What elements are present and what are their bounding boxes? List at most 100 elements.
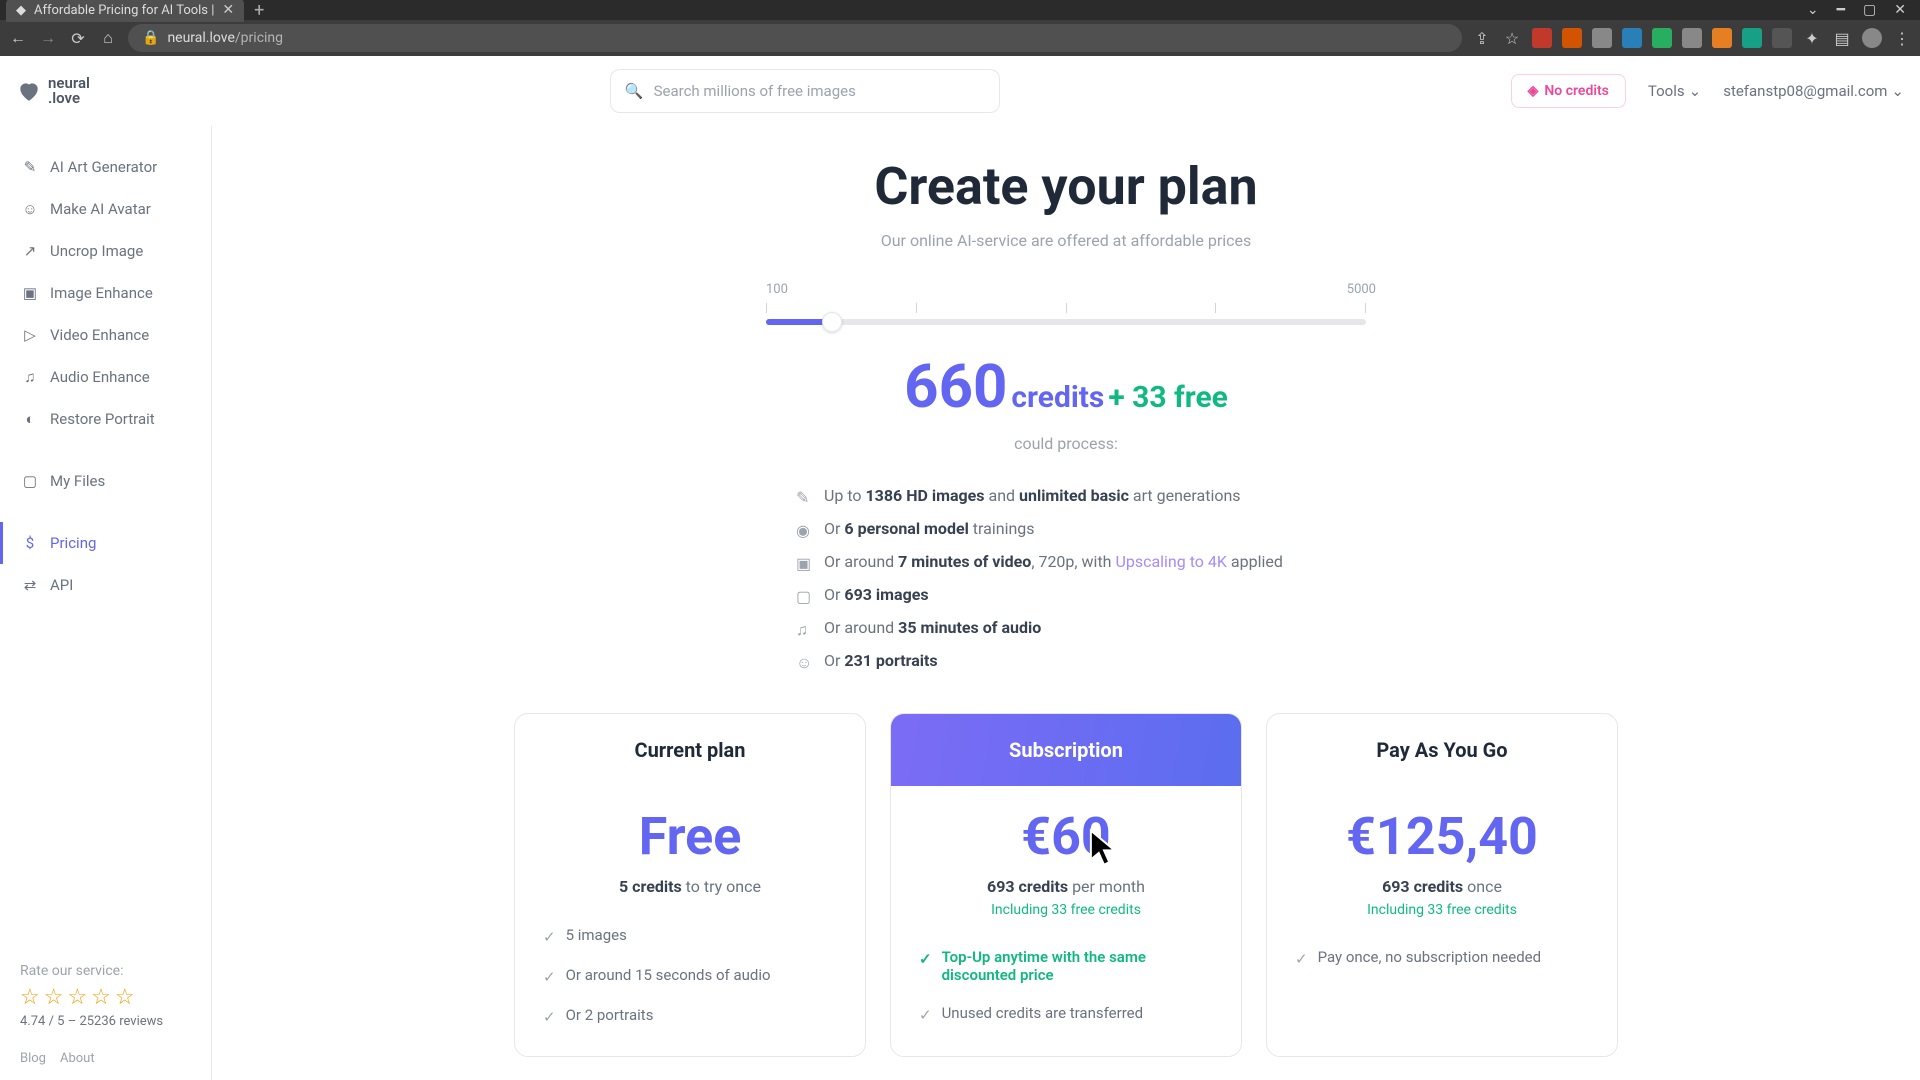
menu-icon[interactable]: ⋮ (1892, 29, 1912, 48)
rate-label: Rate our service: (20, 963, 191, 979)
cap-row: ▢Or 693 images (796, 578, 1336, 611)
sidebar-item-label: AI Art Generator (50, 158, 157, 176)
sidebar-item-uncrop[interactable]: ↗Uncrop Image (0, 230, 211, 272)
url-path: /pricing (235, 30, 283, 46)
sidebar-item-label: Video Enhance (50, 326, 149, 344)
cap-row: ✎Up to 1386 HD images and unlimited basi… (796, 479, 1336, 512)
logo[interactable]: neural .love (16, 76, 90, 106)
close-icon[interactable]: ✕ (222, 2, 234, 18)
address-bar: ← → ⟳ ⌂ 🔒 neural.love/pricing ⇪ ☆ ✦ ▤ ⋮ (0, 20, 1920, 56)
sidebar-item-image-enhance[interactable]: ▣ Image Enhance (0, 272, 211, 314)
lock-icon: 🔒 (142, 30, 159, 46)
star-icon[interactable]: ☆ (1502, 29, 1522, 48)
slider-thumb[interactable] (822, 312, 842, 332)
plan-sub: 693 credits per month (891, 877, 1241, 896)
extension-icons: ⇪ ☆ ✦ ▤ ⋮ (1472, 28, 1912, 48)
sidebar-item-my-files[interactable]: ▢ My Files (0, 460, 211, 502)
cap-row: ◉Or 6 personal model trainings (796, 512, 1336, 545)
sidebar-item-label: Audio Enhance (50, 368, 150, 386)
play-icon: ▷ (22, 327, 38, 343)
sidebar-item-avatar[interactable]: ☺Make AI Avatar (0, 188, 211, 230)
capabilities-list: ✎Up to 1386 HD images and unlimited basi… (796, 479, 1336, 677)
portrait-icon: ☺ (796, 653, 812, 669)
browser-chrome: ◆ Affordable Pricing for AI Tools | ✕ + … (0, 0, 1920, 56)
ext-icon[interactable] (1652, 28, 1672, 48)
sidebar: ✎AI Art Generator ☺Make AI Avatar ↗Uncro… (0, 56, 212, 1080)
sidebar-item-video-enhance[interactable]: ▷ Video Enhance (0, 314, 211, 356)
credits-amount: 660 (904, 351, 1007, 422)
rating-stars[interactable]: ☆☆☆☆☆ (20, 985, 191, 1010)
plans-row: Current plan Free 5 credits to try once … (212, 713, 1920, 1057)
ext-icon[interactable] (1772, 28, 1792, 48)
plan-feature: ✓Or 2 portraits (543, 996, 837, 1036)
sidepanel-icon[interactable]: ▤ (1832, 29, 1852, 48)
page-subtitle: Our online AI-service are offered at aff… (212, 231, 1920, 250)
url-input[interactable]: 🔒 neural.love/pricing (128, 24, 1462, 52)
minimize-icon[interactable]: ━ (1837, 2, 1845, 18)
image-icon: ▢ (796, 587, 812, 603)
check-icon: ✓ (919, 1006, 932, 1024)
face-icon: ☺ (22, 201, 38, 217)
plan-including: Including 33 free credits (891, 902, 1241, 918)
sidebar-item-label: My Files (50, 472, 105, 490)
plan-feature: ✓Or around 15 seconds of audio (543, 956, 837, 996)
home-icon[interactable]: ⌂ (98, 28, 118, 48)
dollar-icon: $ (22, 535, 38, 551)
slider-track[interactable] (766, 319, 1366, 325)
plan-price: Free (515, 806, 865, 867)
ext-icon[interactable] (1682, 28, 1702, 48)
restore-icon: ◐ (22, 411, 38, 427)
ext-icon[interactable] (1532, 28, 1552, 48)
sidebar-item-ai-art[interactable]: ✎AI Art Generator (0, 146, 211, 188)
plan-feature: ✓5 images (543, 916, 837, 956)
search-icon: 🔍 (625, 82, 644, 100)
sidebar-item-api[interactable]: ⇄API (0, 564, 211, 606)
share-icon[interactable]: ⇪ (1472, 29, 1492, 48)
ext-icon[interactable] (1592, 28, 1612, 48)
search-placeholder: Search millions of free images (654, 82, 856, 100)
heart-icon (16, 78, 42, 104)
ext-icon[interactable] (1562, 28, 1582, 48)
image-icon: ▣ (22, 285, 38, 301)
expand-icon: ↗ (22, 243, 38, 259)
sidebar-item-audio-enhance[interactable]: ♫ Audio Enhance (0, 356, 211, 398)
ext-icon[interactable] (1622, 28, 1642, 48)
chevron-down-icon: ⌄ (1689, 82, 1702, 100)
new-tab-button[interactable]: + (254, 0, 264, 21)
tab-title: Affordable Pricing for AI Tools | (34, 3, 214, 18)
sidebar-item-pricing[interactable]: $Pricing (0, 522, 211, 564)
close-window-icon[interactable]: ✕ (1894, 2, 1906, 18)
sidebar-item-label: Image Enhance (50, 284, 153, 302)
check-icon: ✓ (919, 950, 932, 968)
blog-link[interactable]: Blog (20, 1051, 46, 1066)
plan-feature: ✓Top-Up anytime with the same discounted… (919, 938, 1213, 994)
search-input[interactable]: 🔍 Search millions of free images (610, 69, 1000, 113)
extensions-icon[interactable]: ✦ (1802, 29, 1822, 48)
ext-icon[interactable] (1742, 28, 1762, 48)
back-icon[interactable]: ← (8, 28, 28, 48)
check-icon: ✓ (543, 928, 556, 946)
logo-text-2: .love (48, 91, 90, 106)
chevron-down-icon[interactable]: ⌄ (1807, 2, 1819, 18)
credits-bonus: + 33 free (1108, 380, 1228, 415)
forward-icon[interactable]: → (38, 28, 58, 48)
cap-row: ♫Or around 35 minutes of audio (796, 611, 1336, 644)
credits-label: credits (1011, 380, 1104, 415)
maximize-icon[interactable]: ▢ (1863, 2, 1876, 18)
about-link[interactable]: About (60, 1051, 95, 1066)
audio-icon: ♫ (22, 369, 38, 385)
credits-slider[interactable]: 100 5000 (766, 282, 1366, 325)
plan-title: Subscription (891, 714, 1241, 786)
profile-icon[interactable] (1862, 28, 1882, 48)
tools-dropdown[interactable]: Tools ⌄ (1648, 82, 1701, 100)
ext-icon[interactable] (1712, 28, 1732, 48)
sidebar-item-restore[interactable]: ◐Restore Portrait (0, 398, 211, 440)
folder-icon: ▢ (22, 473, 38, 489)
tab-bar: ◆ Affordable Pricing for AI Tools | ✕ + … (0, 0, 1920, 20)
check-icon: ✓ (543, 1008, 556, 1026)
tools-label: Tools (1648, 82, 1685, 100)
user-dropdown[interactable]: stefanstp08@gmail.com ⌄ (1723, 82, 1904, 100)
browser-tab[interactable]: ◆ Affordable Pricing for AI Tools | ✕ (6, 0, 244, 22)
reload-icon[interactable]: ⟳ (68, 29, 88, 48)
no-credits-button[interactable]: ◈ No credits (1511, 74, 1626, 108)
